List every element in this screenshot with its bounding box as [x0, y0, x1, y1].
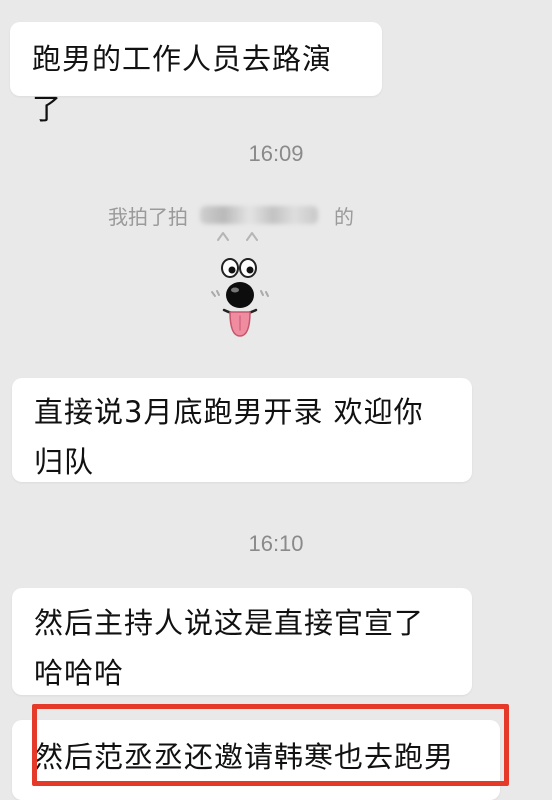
message-text: 跑男的工作人员去路演了 [32, 42, 333, 126]
cartoon-dog-face-icon[interactable] [196, 226, 284, 344]
message-bubble[interactable]: 跑男的工作人员去路演了 [10, 22, 382, 126]
chat-screen: { "messages": [ { "text": "跑男的工作人员去路演了" … [0, 0, 552, 800]
message-bubble[interactable]: 然后范丞丞还邀请韩寒也去跑男 [12, 720, 500, 800]
message-text: 然后范丞丞还邀请韩寒也去跑男 [34, 740, 455, 774]
message-text: 直接说3月底跑男开录 欢迎你归队 [34, 395, 424, 479]
message-bubble[interactable]: 直接说3月底跑男开录 欢迎你归队 [12, 378, 472, 482]
blurred-username [200, 206, 318, 224]
message-bubble[interactable]: 然后主持人说这是直接官宣了哈哈哈 [12, 588, 472, 695]
message-text: 然后主持人说这是直接官宣了哈哈哈 [34, 606, 425, 690]
timestamp: 16:09 [248, 141, 304, 166]
timestamp: 16:10 [248, 531, 304, 556]
pat-prefix-text: 我拍了拍 [108, 204, 188, 229]
pat-suffix-text: 的 [334, 204, 354, 229]
